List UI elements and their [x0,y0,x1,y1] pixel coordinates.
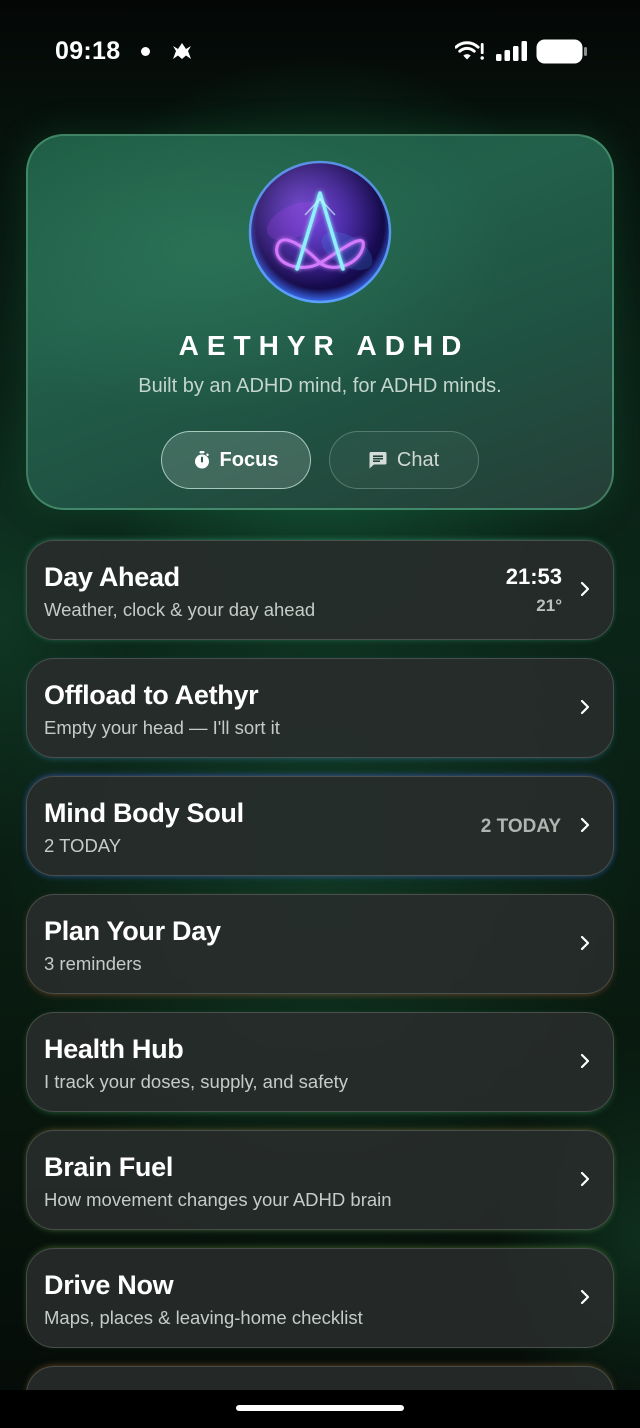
chevron-right-icon [580,581,590,597]
temperature: 21° [536,596,562,615]
hero-card: AETHYR ADHD Built by an ADHD mind, for A… [26,134,614,510]
chat-button[interactable]: Chat [329,431,479,489]
card-title: Brain Fuel [44,1152,174,1182]
count-badge: 2 TODAY [480,816,561,837]
home-indicator[interactable] [236,1405,404,1411]
card-subtitle: I track your doses, supply, and safety [44,1071,349,1092]
chevron-right-icon [580,699,590,715]
card-subtitle: How movement changes your ADHD brain [44,1189,392,1210]
mind-body-soul-card[interactable]: Mind Body Soul 2 TODAY 2 TODAY [26,776,614,876]
chevron-right-icon [580,817,590,833]
chat-button-label: Chat [396,449,440,471]
focus-button-label: Focus [219,449,279,471]
health-hub-card[interactable]: Health Hub I track your doses, supply, a… [26,1012,614,1112]
status-dot [141,47,150,56]
home-indicator-area [0,1390,640,1428]
card-subtitle: 3 reminders [44,953,142,974]
timer-icon [194,451,210,469]
status-bar: 09:18 [0,0,640,100]
cellular-signal-icon [496,40,528,62]
app-tagline: Built by an ADHD mind, for ADHD minds. [138,375,502,397]
chat-bubble-icon [369,451,387,469]
status-time: 09:18 [55,37,121,65]
chevron-right-icon [580,935,590,951]
day-ahead-card[interactable]: Day Ahead Weather, clock & your day ahea… [26,540,614,640]
wifi-alert-icon [455,39,485,61]
battery-icon [536,39,588,64]
aethyr-logo [247,159,393,305]
card-subtitle: Empty your head — I'll sort it [44,717,280,738]
card-title: Health Hub [44,1034,184,1064]
chevron-right-icon [580,1053,590,1069]
card-subtitle: Maps, places & leaving-home checklist [44,1307,363,1328]
app-title: AETHYR ADHD [178,330,470,361]
chevron-right-icon [580,1171,590,1187]
card-subtitle: Weather, clock & your day ahead [44,599,316,620]
current-time: 21:53 [505,564,562,589]
chevron-right-icon [580,1289,590,1305]
focus-button[interactable]: Focus [161,431,311,489]
brain-fuel-card[interactable]: Brain Fuel How movement changes your ADH… [26,1130,614,1230]
card-subtitle: 2 TODAY [44,835,122,856]
card-title: Mind Body Soul [44,798,244,828]
plan-your-day-card[interactable]: Plan Your Day 3 reminders [26,894,614,994]
card-title: Drive Now [44,1270,174,1300]
drive-now-card[interactable]: Drive Now Maps, places & leaving-home ch… [26,1248,614,1348]
card-title: Offload to Aethyr [44,680,259,710]
offload-card[interactable]: Offload to Aethyr Empty your head — I'll… [26,658,614,758]
card-title: Day Ahead [44,562,180,592]
app-activity-icon [170,41,194,61]
card-title: Plan Your Day [44,916,221,946]
